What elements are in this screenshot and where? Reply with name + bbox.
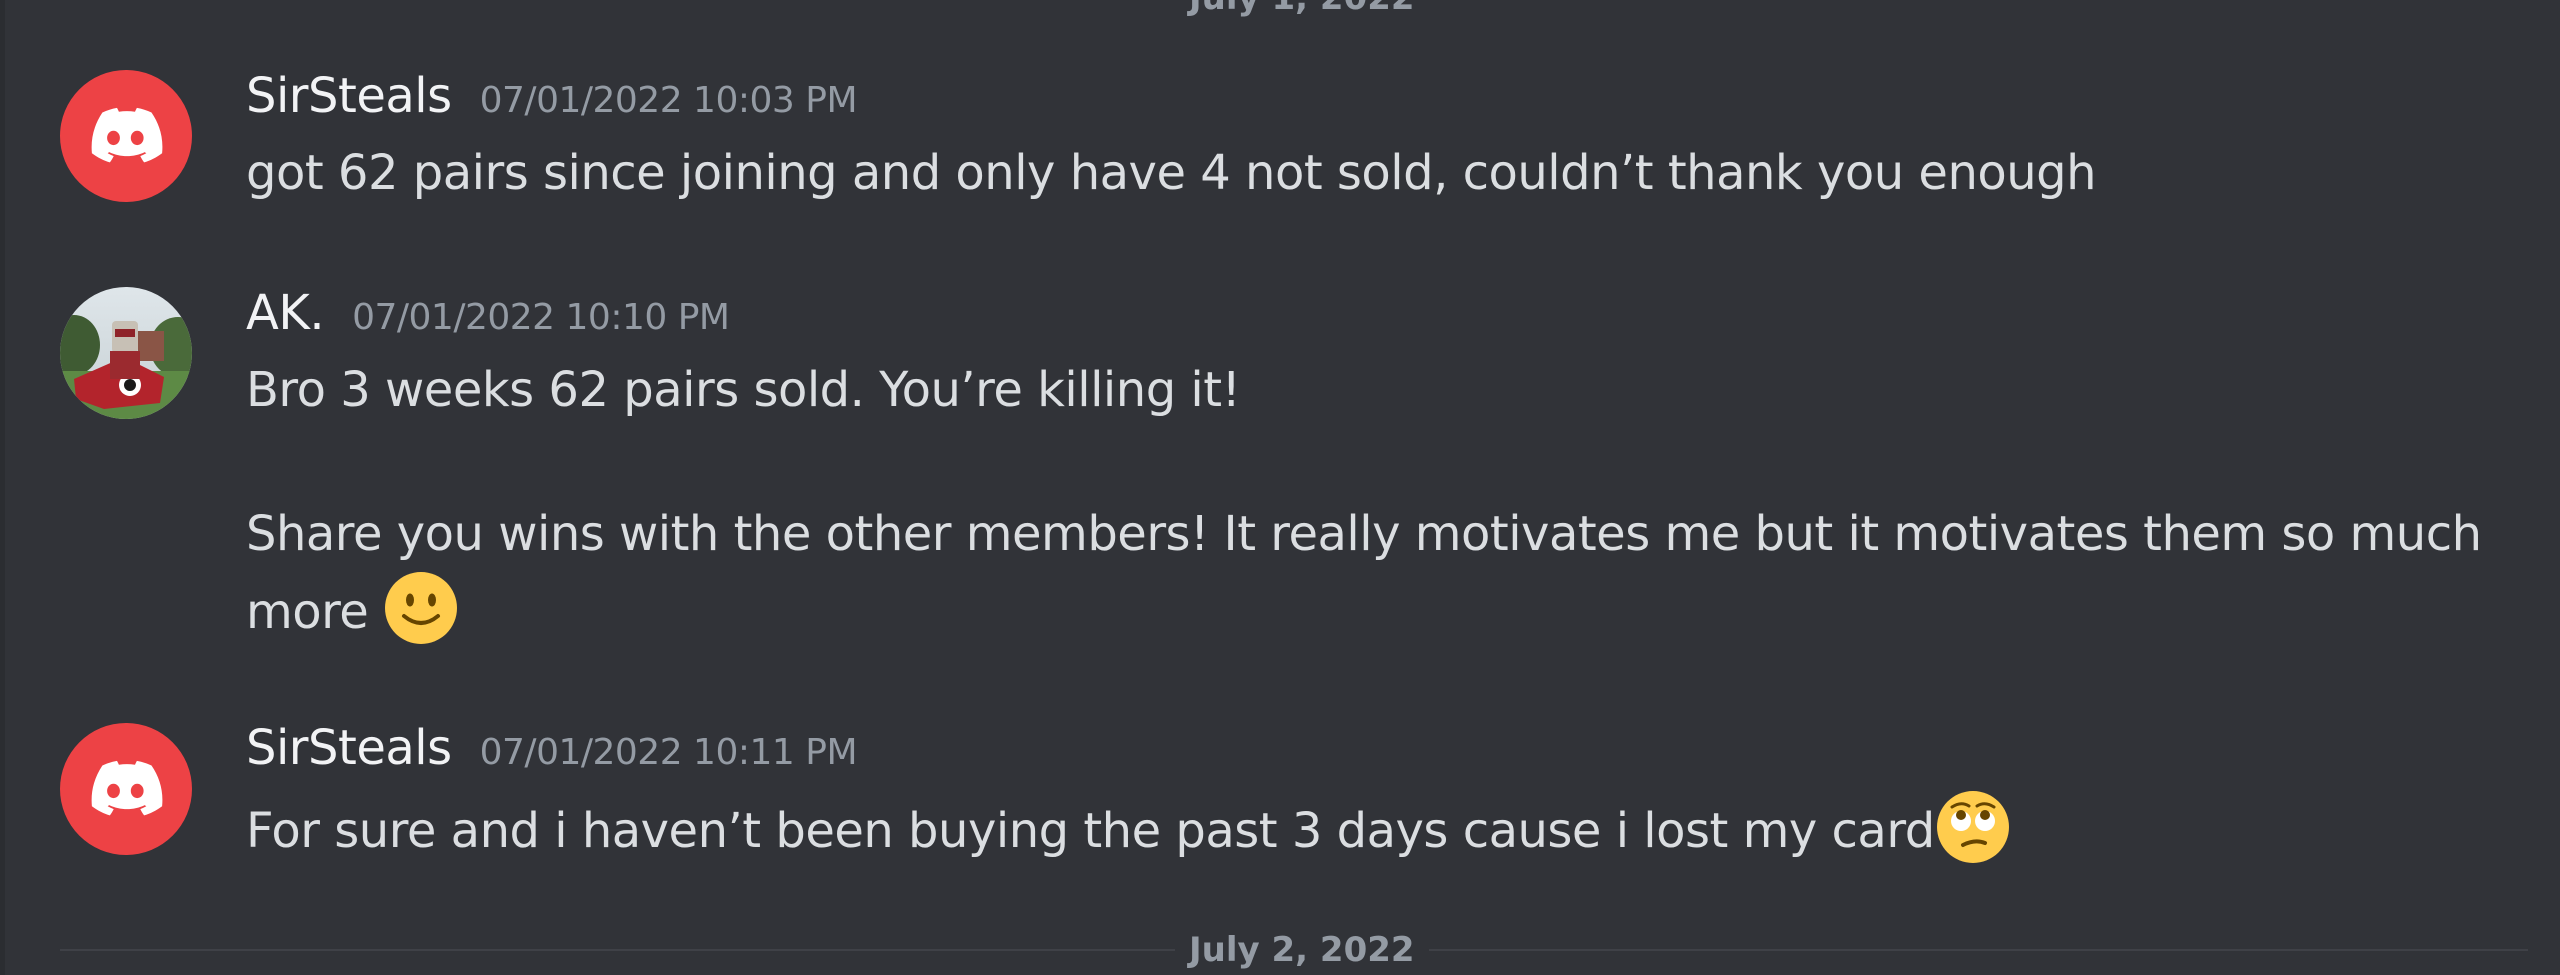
message-content: got 62 pairs since joining and only have… <box>246 137 2097 209</box>
message-timestamp[interactable]: 07/01/2022 10:10 PM <box>352 297 730 338</box>
slightly-smiling-face-emoji[interactable] <box>383 570 459 646</box>
message-text-line: Share you wins with the other members! I… <box>246 506 2482 562</box>
discord-logo-icon <box>91 760 163 816</box>
username[interactable]: SirSteals <box>246 720 452 776</box>
user-avatar-ak[interactable] <box>60 287 192 419</box>
date-divider-label-top: July 1, 2022 <box>1175 0 1429 18</box>
message-timestamp[interactable]: 07/01/2022 10:11 PM <box>480 732 858 773</box>
discord-logo-icon <box>91 107 163 163</box>
message-header: SirSteals 07/01/2022 10:03 PM <box>246 68 858 124</box>
message-header: SirSteals 07/01/2022 10:11 PM <box>246 720 858 776</box>
message-timestamp[interactable]: 07/01/2022 10:03 PM <box>480 80 858 121</box>
message-header: AK. 07/01/2022 10:10 PM <box>246 285 730 341</box>
message-text-line: Bro 3 weeks 62 pairs sold. You’re killin… <box>246 362 1241 418</box>
message-content: Bro 3 weeks 62 pairs sold. You’re killin… <box>246 354 2482 648</box>
message-text: more <box>246 584 369 640</box>
face-with-rolling-eyes-emoji[interactable] <box>1935 789 2011 865</box>
photo-avatar <box>60 287 192 419</box>
message-text: For sure and i haven’t been buying the p… <box>246 803 1935 859</box>
username[interactable]: SirSteals <box>246 68 452 124</box>
chat-left-edge <box>0 0 5 975</box>
user-avatar-sirsteals[interactable] <box>60 70 192 202</box>
message-text-line: more <box>246 570 2482 648</box>
date-divider-label-bottom: July 2, 2022 <box>1175 930 1429 970</box>
message-content: For sure and i haven’t been buying the p… <box>246 789 2011 867</box>
user-avatar-sirsteals[interactable] <box>60 723 192 855</box>
message-text: got 62 pairs since joining and only have… <box>246 145 2097 201</box>
username[interactable]: AK. <box>246 285 325 341</box>
